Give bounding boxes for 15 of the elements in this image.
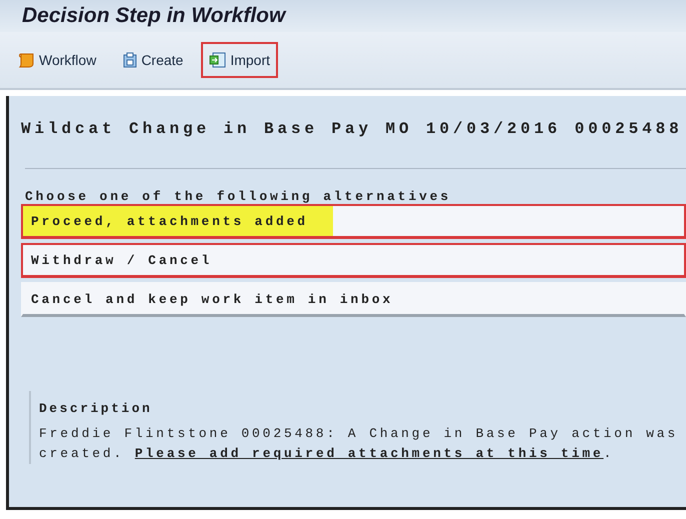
toolbar-button[interactable]: Import — [201, 42, 278, 78]
alternative-option[interactable]: Cancel and keep work item in inbox — [21, 282, 686, 317]
description-title: Description — [39, 401, 154, 416]
toolbar-button[interactable]: Workflow — [10, 42, 104, 78]
attachments-link[interactable]: Please add required attachments at this time — [134, 446, 604, 461]
scroll-icon — [18, 52, 36, 68]
description-text: Freddie Flintstone 00025488: A Change in Base Pay action was created. Please add required attachments at this time. — [39, 425, 680, 463]
toolbar-button[interactable]: Create — [114, 42, 192, 78]
window-title: Decision Step in Workflow — [22, 4, 286, 28]
alternative-option[interactable]: Proceed, attachments added — [21, 204, 686, 239]
alternative-option[interactable]: Withdraw / Cancel — [21, 243, 686, 278]
document-arrow-icon — [209, 52, 228, 68]
clipboard-icon — [122, 52, 138, 68]
work-item-heading: Wildcat Change in Base Pay MO 10/03/2016 00025488 — [20, 120, 684, 138]
prompt-text: Choose one of the following alternatives — [24, 189, 452, 204]
